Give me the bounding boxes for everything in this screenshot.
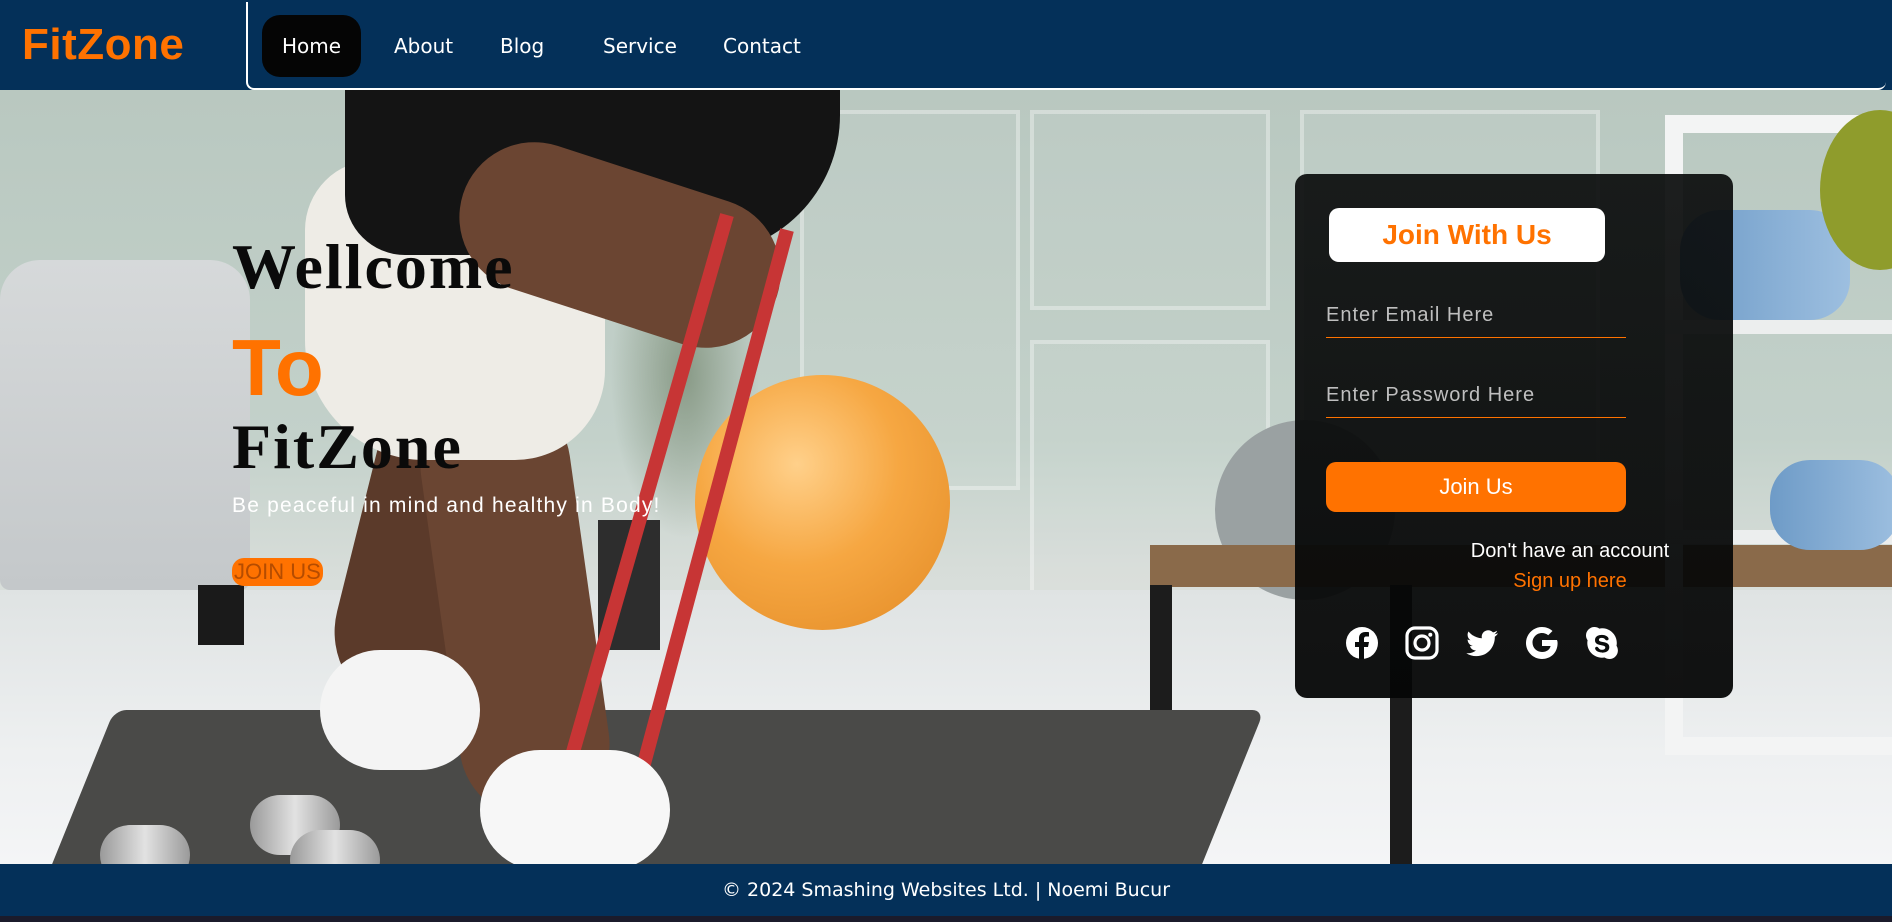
nav-home[interactable]: Home — [262, 15, 362, 77]
foam-roller — [1770, 460, 1892, 550]
skype-icon[interactable] — [1585, 626, 1619, 660]
twitter-icon[interactable] — [1465, 626, 1499, 660]
dumbbell — [100, 825, 190, 864]
bottom-strip — [0, 916, 1892, 922]
main-nav: Home About Blog Service Contact — [246, 2, 1886, 90]
hero-heading-wellcome: Wellcome — [232, 231, 515, 302]
password-field[interactable] — [1326, 374, 1626, 418]
join-form-card: Join With Us Join Us Don't have an accou… — [1295, 174, 1733, 698]
join-us-link[interactable]: JOIN US — [232, 558, 323, 586]
hero-heading-to: To — [232, 323, 324, 412]
wall-panel — [1030, 110, 1270, 310]
site-header: FitZone Home About Blog Service Contact — [0, 0, 1892, 90]
person-shoe — [320, 650, 480, 770]
dumbbell — [290, 830, 380, 864]
nav-contact[interactable]: Contact — [703, 15, 821, 77]
facebook-icon[interactable] — [1345, 626, 1379, 660]
sofa — [0, 260, 250, 590]
logo[interactable]: FitZone — [22, 20, 184, 70]
social-icons — [1345, 626, 1619, 666]
nav-blog[interactable]: Blog — [480, 15, 564, 77]
sign-up-link[interactable]: Sign up here — [1295, 570, 1733, 593]
no-account-text: Don't have an account — [1470, 540, 1670, 562]
person-shoe — [480, 750, 670, 864]
hero-tagline: Be peaceful in mind and healthy in Body! — [232, 494, 661, 517]
site-footer: © 2024 Smashing Websites Ltd. | Noemi Bu… — [0, 864, 1892, 916]
join-us-button[interactable]: Join Us — [1326, 462, 1626, 512]
email-field[interactable] — [1326, 294, 1626, 338]
nav-service[interactable]: Service — [583, 15, 697, 77]
hero-heading-fitzone: FitZone — [232, 411, 463, 482]
google-icon[interactable] — [1525, 626, 1559, 660]
form-title: Join With Us — [1329, 208, 1605, 262]
sofa-leg — [198, 585, 244, 645]
instagram-icon[interactable] — [1405, 626, 1439, 660]
nav-about[interactable]: About — [374, 15, 473, 77]
